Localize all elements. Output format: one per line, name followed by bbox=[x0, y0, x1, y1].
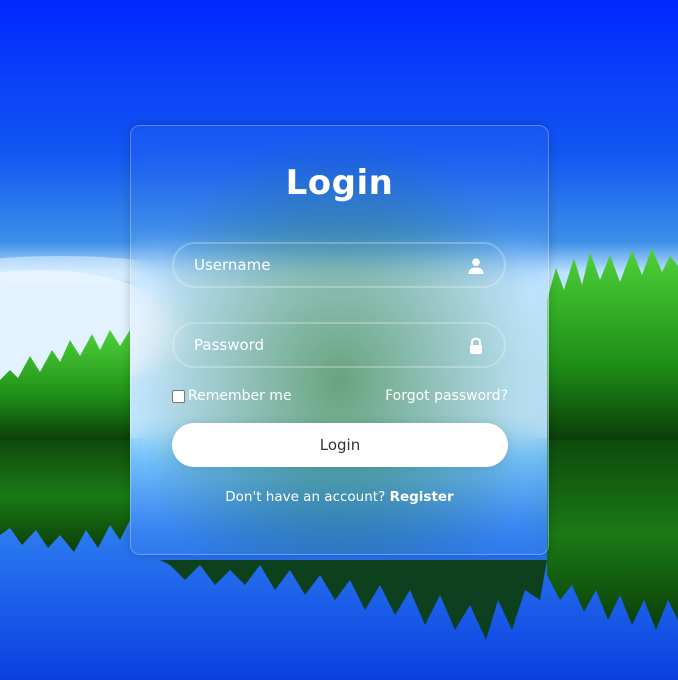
options-row: Remember me Forgot password? bbox=[172, 388, 508, 406]
register-link[interactable]: Register bbox=[390, 489, 454, 505]
remember-label: Remember me bbox=[188, 388, 292, 404]
username-input[interactable] bbox=[174, 244, 504, 286]
register-prompt: Don't have an account? Register bbox=[131, 489, 548, 505]
lock-icon bbox=[470, 337, 482, 354]
remember-me[interactable]: Remember me bbox=[172, 388, 292, 404]
register-prompt-text: Don't have an account? bbox=[225, 489, 386, 505]
password-input[interactable] bbox=[174, 324, 504, 366]
forgot-password-link[interactable]: Forgot password? bbox=[385, 388, 508, 404]
remember-checkbox[interactable] bbox=[172, 389, 185, 403]
username-field[interactable] bbox=[172, 242, 506, 288]
login-title: Login bbox=[285, 163, 394, 203]
user-icon bbox=[468, 258, 484, 274]
password-field[interactable] bbox=[172, 322, 506, 368]
login-button[interactable]: Login bbox=[172, 423, 508, 467]
login-card: Login Remember me Forgot password? Login… bbox=[130, 125, 549, 555]
